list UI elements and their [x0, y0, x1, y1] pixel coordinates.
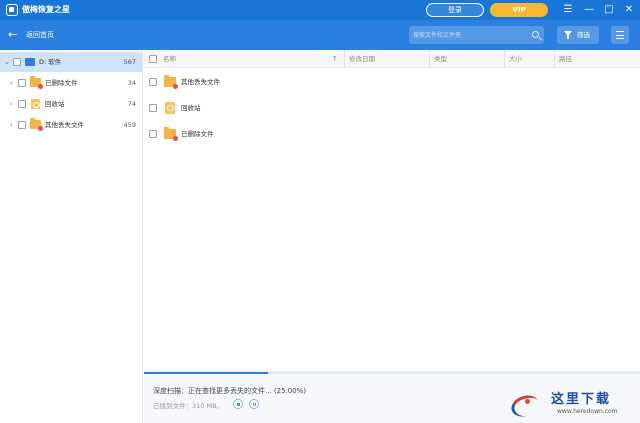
sidebar-tree: ⌄ D: 软件 567 › 已删除文件 34 › 回收站 74 › 其他丢失文件… — [0, 50, 143, 423]
app-window: 傲梅恢复之星 登录 VIP ☰ — □ ✕ ← 返回首页 筛选 ⌄ D: 软件 — [0, 0, 640, 423]
table-row[interactable]: 已删除文件 — [144, 121, 640, 147]
chevron-right-icon[interactable]: › — [10, 115, 13, 135]
watermark: 这里下载 www.heredown.com — [505, 382, 640, 423]
tree-item-count: 567 — [123, 58, 136, 66]
tree-item-count: 34 — [127, 79, 136, 87]
app-logo-icon — [6, 4, 18, 16]
folder-icon — [30, 118, 43, 131]
tree-checkbox[interactable] — [18, 79, 26, 87]
app-title: 傲梅恢复之星 — [22, 5, 70, 14]
login-button[interactable]: 登录 — [426, 3, 484, 17]
file-name: 其他丢失文件 — [181, 78, 220, 86]
row-checkbox[interactable] — [149, 130, 157, 138]
chevron-right-icon[interactable]: › — [10, 94, 13, 114]
pause-scan-icon[interactable] — [249, 399, 259, 409]
tree-item-recycle-bin[interactable]: › 回收站 74 — [0, 94, 142, 114]
menu-icon[interactable]: ☰ — [560, 2, 576, 18]
folder-icon — [30, 76, 43, 89]
table-row[interactable]: 回收站 — [144, 95, 640, 121]
stop-scan-icon[interactable] — [233, 399, 243, 409]
chevron-right-icon[interactable]: › — [10, 73, 13, 93]
tree-checkbox[interactable] — [13, 58, 21, 66]
vip-button[interactable]: VIP — [490, 3, 548, 17]
recycle-bin-icon — [165, 102, 175, 114]
minimize-icon[interactable]: — — [581, 2, 597, 18]
scan-status-text: 深度扫描：正在查找更多丢失的文件... (25.00%) — [153, 387, 307, 395]
column-type[interactable]: 类型 — [429, 50, 504, 68]
watermark-url: www.heredown.com — [557, 408, 618, 415]
maximize-icon[interactable]: □ — [601, 2, 617, 18]
title-bar: 傲梅恢复之星 登录 VIP ☰ — □ ✕ — [0, 0, 640, 20]
tree-checkbox[interactable] — [18, 121, 26, 129]
folder-icon — [164, 127, 178, 141]
scan-progress-track — [144, 372, 640, 374]
column-name[interactable]: 名称 — [159, 50, 344, 68]
tree-item-count: 459 — [123, 121, 136, 129]
drive-icon — [25, 58, 35, 66]
column-path[interactable]: 路径 — [554, 50, 640, 68]
hamburger-icon — [616, 31, 624, 33]
tree-item-deleted-files[interactable]: › 已删除文件 34 — [0, 73, 142, 93]
filter-icon — [564, 31, 572, 39]
tree-item-label: D: 软件 — [39, 58, 62, 66]
folder-icon — [164, 75, 178, 89]
watermark-text: 这里下载 — [551, 392, 612, 407]
tree-item-drive[interactable]: ⌄ D: 软件 567 — [0, 52, 142, 72]
search-box — [409, 26, 544, 44]
search-input[interactable] — [409, 26, 529, 44]
column-size[interactable]: 大小 — [504, 50, 554, 68]
scan-progress-fill — [144, 372, 268, 374]
search-icon[interactable] — [532, 31, 539, 38]
close-icon[interactable]: ✕ — [621, 2, 637, 18]
tree-item-label: 回收站 — [45, 100, 65, 108]
file-name: 回收站 — [181, 104, 201, 112]
select-all-checkbox[interactable] — [149, 55, 157, 63]
found-size-text: 已找到文件：310 MB。 — [153, 402, 224, 410]
recycle-bin-icon — [31, 99, 40, 109]
row-checkbox[interactable] — [149, 78, 157, 86]
filter-label: 筛选 — [577, 31, 590, 39]
nav-bar: ← 返回首页 筛选 — [0, 20, 640, 50]
watermark-logo-icon — [508, 391, 542, 421]
tree-item-label: 已删除文件 — [45, 79, 78, 87]
tree-item-other-lost-files[interactable]: › 其他丢失文件 459 — [0, 115, 142, 135]
tree-item-label: 其他丢失文件 — [45, 121, 84, 129]
tree-checkbox[interactable] — [18, 100, 26, 108]
table-header: 名称 ↑ 修改日期 类型 大小 路径 — [144, 50, 640, 68]
sort-up-icon[interactable]: ↑ — [332, 50, 338, 68]
file-name: 已删除文件 — [181, 130, 214, 138]
tree-item-count: 74 — [127, 100, 136, 108]
back-home-link[interactable]: 返回首页 — [26, 28, 54, 42]
table-row[interactable]: 其他丢失文件 — [144, 69, 640, 95]
row-checkbox[interactable] — [149, 104, 157, 112]
view-menu-button[interactable] — [611, 26, 629, 44]
filter-button[interactable]: 筛选 — [557, 26, 599, 44]
back-arrow-icon[interactable]: ← — [8, 28, 17, 42]
column-modified-date[interactable]: 修改日期 — [344, 50, 429, 68]
chevron-down-icon[interactable]: ⌄ — [4, 52, 10, 72]
